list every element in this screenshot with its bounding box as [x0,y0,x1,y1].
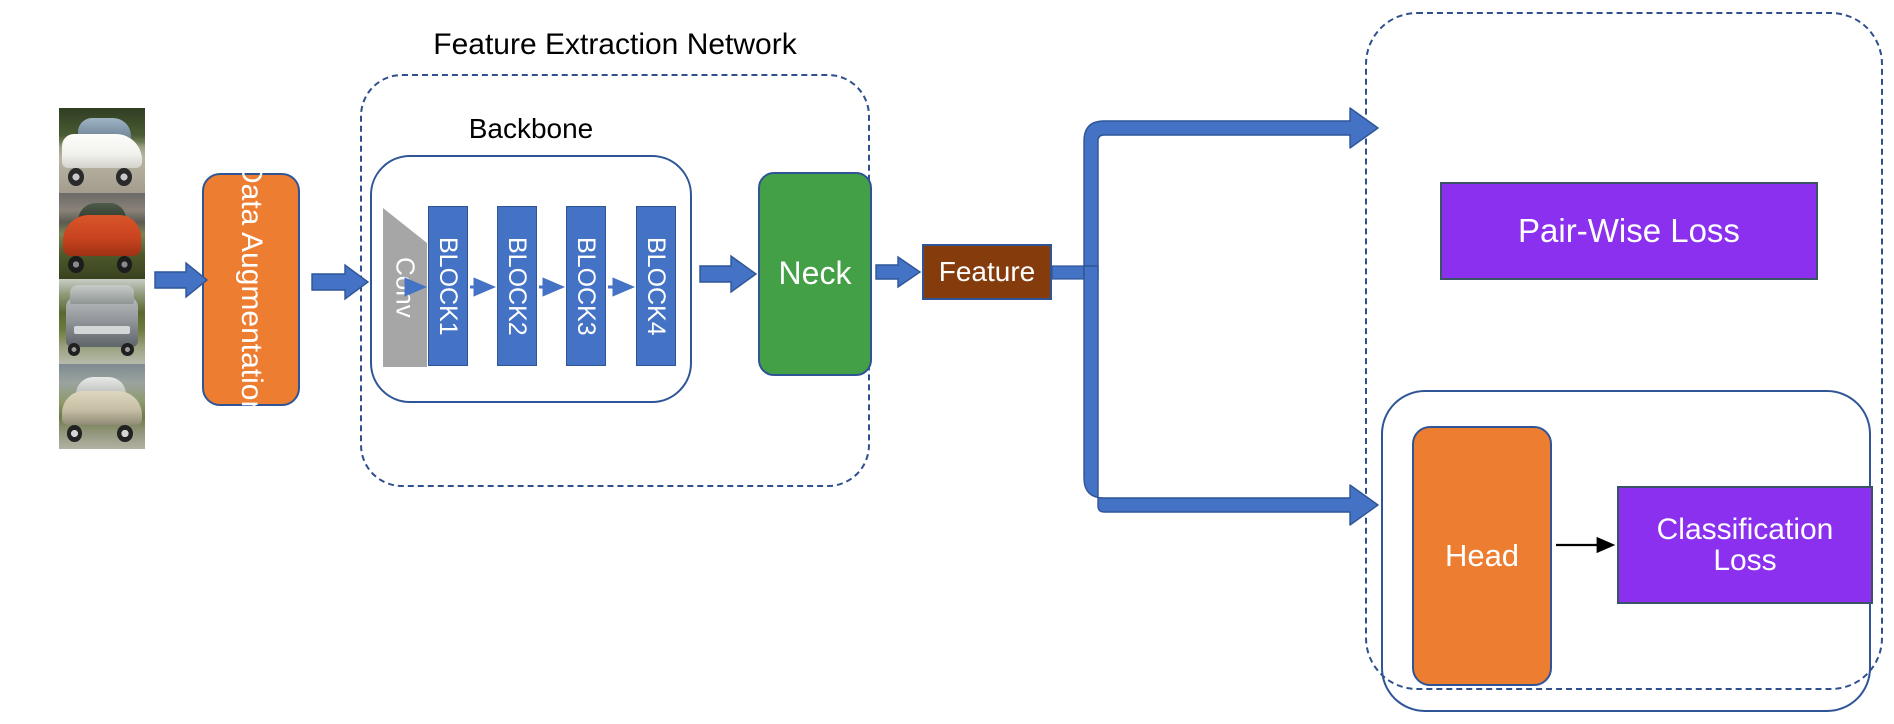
diagram-canvas: Data Augmentation Feature Extraction Net… [0,0,1894,724]
block-3[interactable]: BLOCK3 [566,206,606,366]
neck-box[interactable]: Neck [758,172,872,376]
data-augmentation-box[interactable]: Data Augmentation [202,162,300,417]
car-window [70,285,134,305]
feature-label: Feature [938,256,1036,288]
arrow-images-to-augmentation [154,261,209,299]
head-box[interactable]: Head [1412,426,1552,686]
block-2-label: BLOCK2 [503,236,532,336]
neck-label: Neck [778,255,852,292]
car-photo-grey-suv [59,278,145,364]
block-2[interactable]: BLOCK2 [497,206,537,366]
car-wheel [120,343,134,357]
arrow-feature-branch [1051,107,1379,526]
head-label: Head [1444,537,1520,573]
block-4[interactable]: BLOCK4 [636,206,676,366]
conv-label: Conv [390,257,421,318]
block-1[interactable]: BLOCK1 [428,206,468,366]
pair-wise-loss-box[interactable]: Pair-Wise Loss [1440,182,1818,280]
car-grille [74,326,130,334]
block-3-label: BLOCK3 [572,236,601,336]
block-1-label: BLOCK1 [434,236,463,336]
car-body [65,297,139,347]
feature-extraction-network-title: Feature Extraction Network [433,28,797,61]
car-wheel [67,167,84,187]
backbone-title: Backbone [468,113,594,144]
classification-loss-box[interactable]: Classification Loss [1617,486,1873,604]
car-wheel [116,256,133,274]
block-4-label: BLOCK4 [642,236,671,336]
data-augmentation-label: Data Augmentation [234,161,268,418]
classification-loss-label-line2: Loss [1713,544,1777,577]
car-body [61,391,143,426]
car-wheel [115,167,133,187]
training-images [59,108,145,449]
car-wheel [67,343,81,357]
feature-box[interactable]: Feature [922,244,1052,300]
car-photo-red-hatchback [59,193,145,279]
car-wheel [117,425,133,443]
pair-wise-loss-label: Pair-Wise Loss [1518,211,1740,249]
arrow-neck-to-feature [875,255,922,289]
classification-loss-label-line1: Classification [1656,512,1834,546]
car-wheel [68,256,84,274]
car-body [62,133,142,168]
car-photo-champagne-sedan [59,363,145,449]
car-photo-white-suv [59,108,145,194]
car-wheel [66,425,83,443]
car-body [63,215,141,257]
